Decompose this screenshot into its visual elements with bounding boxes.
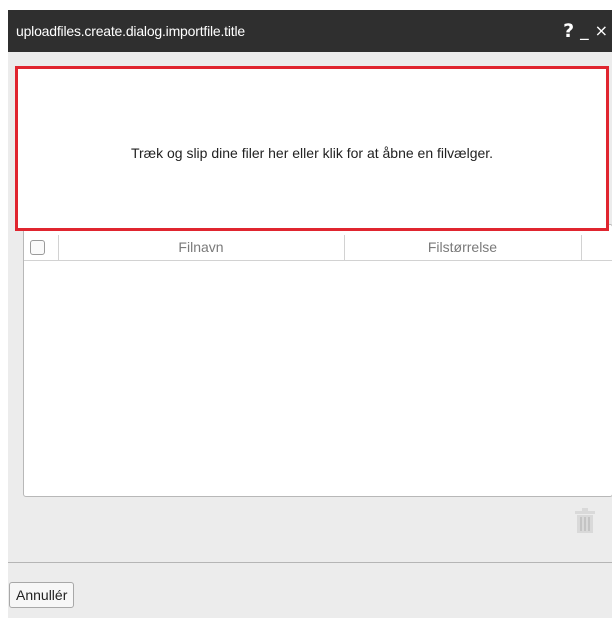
column-header-filename[interactable]: Filnavn <box>58 235 345 260</box>
trash-icon[interactable] <box>574 508 596 534</box>
upload-dialog: uploadfiles.create.dialog.importfile.tit… <box>8 10 612 618</box>
help-button[interactable]: ? <box>563 21 574 41</box>
file-table-header: Filnavn Filstørrelse <box>24 235 612 261</box>
column-header-filesize[interactable]: Filstørrelse <box>344 235 582 260</box>
file-table: Filnavn Filstørrelse <box>23 224 612 497</box>
dialog-title: uploadfiles.create.dialog.importfile.tit… <box>16 23 245 39</box>
minimize-button[interactable]: _ <box>580 21 589 41</box>
cancel-button[interactable]: Annullér <box>9 582 75 608</box>
dialog-titlebar[interactable]: uploadfiles.create.dialog.importfile.tit… <box>8 10 612 52</box>
close-button[interactable]: × <box>595 21 608 41</box>
select-all-checkbox[interactable] <box>30 240 45 255</box>
window-controls: ? _ × <box>563 18 608 44</box>
footer-divider <box>8 562 612 563</box>
dropzone-message: Træk og slip dine filer her eller klik f… <box>130 145 494 161</box>
file-dropzone[interactable]: Træk og slip dine filer her eller klik f… <box>15 66 609 231</box>
select-all-column <box>24 235 59 260</box>
